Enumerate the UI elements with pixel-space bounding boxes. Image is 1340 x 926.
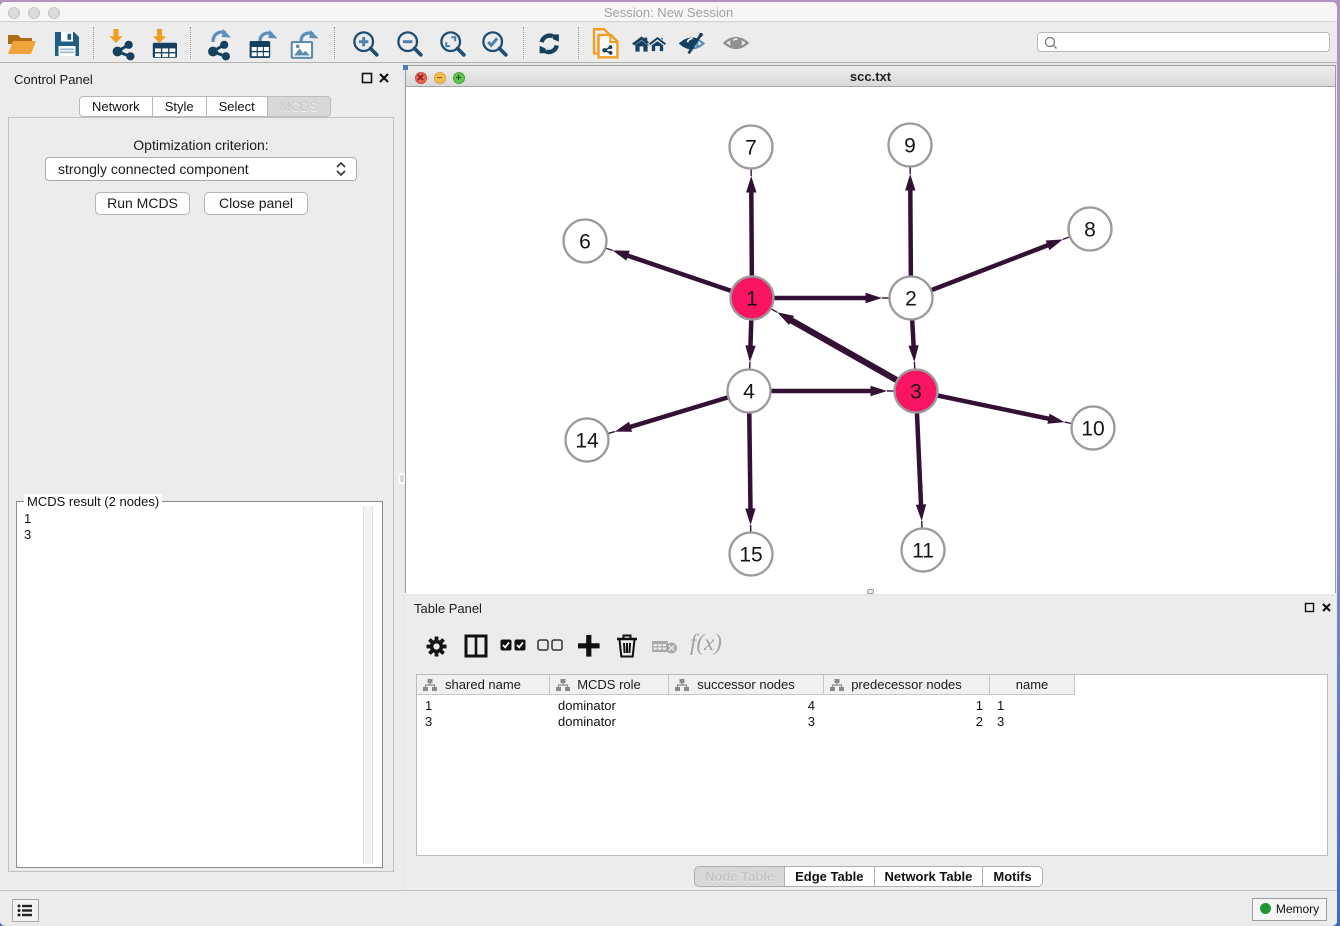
svg-text:11: 11 — [912, 540, 934, 563]
svg-text:7: 7 — [745, 137, 757, 160]
svg-text:9: 9 — [904, 135, 916, 158]
svg-text:8: 8 — [1084, 219, 1096, 242]
svg-text:15: 15 — [739, 544, 762, 567]
svg-text:4: 4 — [743, 381, 755, 404]
svg-text:3: 3 — [910, 381, 922, 404]
svg-text:6: 6 — [579, 231, 591, 254]
svg-text:14: 14 — [575, 430, 599, 453]
svg-text:1: 1 — [746, 288, 758, 311]
svg-text:2: 2 — [905, 288, 917, 311]
svg-text:10: 10 — [1081, 418, 1104, 441]
